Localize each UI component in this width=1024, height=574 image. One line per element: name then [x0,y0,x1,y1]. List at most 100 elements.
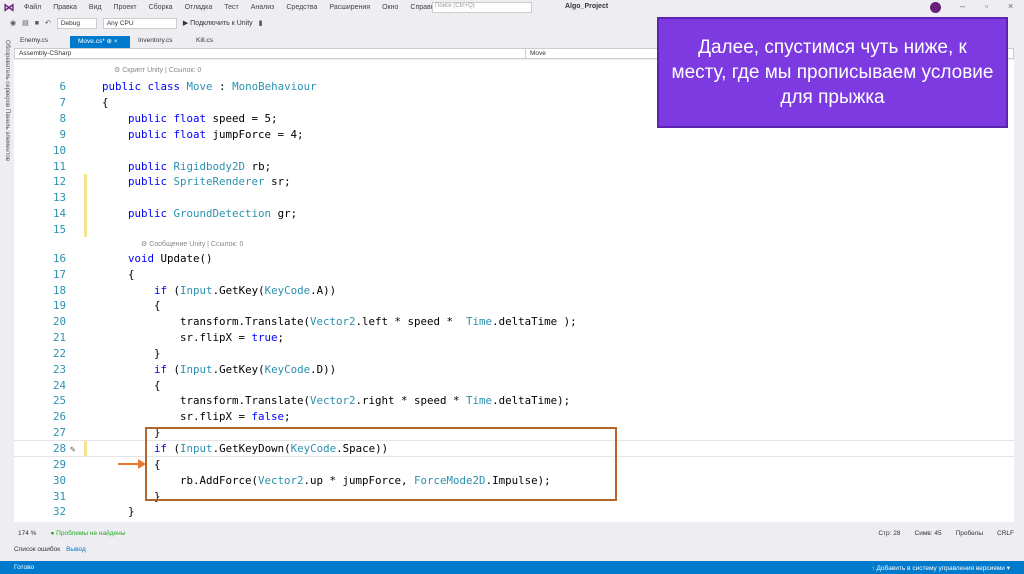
code-text: public class Move : MonoBehaviour [102,80,317,94]
code-text: if (Input.GetKey(KeyCode.D)) [154,362,337,376]
source-control-button[interactable]: ↑ Добавить в систему управления версиями… [871,564,1010,572]
tab-file[interactable]: Inventory.cs [130,36,188,48]
arrow-right-icon [118,459,146,469]
menu-item[interactable]: Проект [114,4,137,11]
code-line[interactable]: 22 } [14,346,1014,362]
vs-logo-icon: ⋈ [3,2,15,14]
line-number: 15 [52,223,66,237]
code-lens[interactable]: ⚙ Сообщение Unity | Ссылок: 0 [14,237,1014,250]
code-text: public float jumpForce = 4; [128,127,304,141]
code-line[interactable]: 9 public float jumpForce = 4; [14,127,1014,143]
document-tabs: Enemy.cs Move.cs* ⊕ × Inventory.cs Kill.cs [12,36,246,48]
highlight-box [145,427,617,501]
minimize-button[interactable]: – [960,1,965,11]
config-select[interactable]: Debug [56,17,97,29]
line-number: 11 [52,159,66,173]
code-line[interactable]: 18 if (Input.GetKey(KeyCode.A)) [14,282,1014,298]
code-text: } [102,346,161,360]
code-line[interactable]: 11 public Rigidbody2D rb; [14,158,1014,174]
side-tool-tabs[interactable]: Обозреватель серверов Панель элементов [0,36,10,526]
menu-item[interactable]: Вид [89,4,102,11]
code-line[interactable]: 15 [14,221,1014,238]
tab-error-list[interactable]: Список ошибок [14,546,60,553]
code-line[interactable]: 10 [14,142,1014,158]
line-number: 18 [52,283,66,297]
menu-item[interactable]: Средства [286,4,317,11]
code-text: public SpriteRenderer sr; [128,175,291,189]
close-button[interactable]: × [1008,1,1013,11]
new-file-icon[interactable]: ▤ [22,19,29,27]
menu-item[interactable]: Расширения [329,4,370,11]
tab-file[interactable]: Enemy.cs [12,36,70,48]
tab-file[interactable]: Kill.cs [188,36,246,48]
bookmark-icon[interactable]: ▮ [259,19,263,27]
platform-select[interactable]: Any CPU [102,17,177,29]
menu-item[interactable]: Анализ [251,4,275,11]
menu-item[interactable]: Правка [53,4,77,11]
save-icon[interactable]: ■ [35,20,39,27]
tab-output[interactable]: Вывод [66,546,86,553]
line-number: 19 [52,299,66,313]
menu-item[interactable]: Отладка [185,4,213,11]
code-line[interactable]: 19 { [14,298,1014,314]
change-marker [84,205,87,222]
editor-status: 174 % ● Проблемы не найдены Стр: 28 Симв… [14,527,1014,539]
code-line[interactable]: 23 if (Input.GetKey(KeyCode.D)) [14,361,1014,377]
line-number: 21 [52,331,66,345]
line-number: 28 [52,441,66,455]
whitespace-mode[interactable]: Пробелы [956,530,983,537]
line-number: 31 [52,489,66,503]
attach-unity-button[interactable]: ▶ Подключить к Unity [183,19,253,27]
menu-item[interactable]: Файл [24,4,41,11]
search-input[interactable]: Поиск (Ctrl+Q) [432,2,532,13]
avatar[interactable] [930,2,941,13]
line-number: 14 [52,207,66,221]
tab-file[interactable]: Move.cs* ⊕ × [70,36,130,48]
code-line[interactable]: 21 sr.flipX = true; [14,330,1014,346]
code-text: { [102,267,135,281]
code-text: transform.Translate(Vector2.left * speed… [102,315,577,329]
code-text: public Rigidbody2D rb; [128,159,272,173]
class-dropdown[interactable]: Move [525,49,550,58]
code-line[interactable]: 17 { [14,266,1014,282]
line-number: Стр: 28 [878,529,901,537]
line-number: 24 [52,378,66,392]
code-text: transform.Translate(Vector2.right * spee… [102,394,571,408]
code-text: public GroundDetection gr; [128,207,298,221]
code-text: public float speed = 5; [128,112,278,126]
line-number: 25 [52,394,66,408]
panel-tabs: Список ошибок Вывод [14,546,86,553]
line-number: 6 [59,80,66,94]
menu-item[interactable]: Окно [382,4,398,11]
menu-item[interactable]: Тест [224,4,238,11]
code-line[interactable]: 32 } [14,504,1014,520]
quick-action-icon[interactable]: ✎ [70,445,75,455]
project-dropdown[interactable]: Assembly-CSharp [15,49,525,58]
code-text: { [102,299,161,313]
zoom-level[interactable]: 174 % [18,530,36,537]
code-line[interactable]: 26 sr.flipX = false; [14,409,1014,425]
code-line[interactable]: 16 void Update() [14,250,1014,266]
code-line[interactable]: 20 transform.Translate(Vector2.left * sp… [14,314,1014,330]
problems-indicator[interactable]: ● Проблемы не найдены [50,530,125,537]
line-number: 22 [52,346,66,360]
code-text: sr.flipX = true; [102,331,285,345]
code-line[interactable]: 24 { [14,377,1014,393]
code-text: if (Input.GetKey(KeyCode.A)) [154,283,337,297]
code-line[interactable]: 12 public SpriteRenderer sr; [14,174,1014,190]
back-icon[interactable]: ◉ [10,19,16,27]
line-number: 20 [52,315,66,329]
undo-icon[interactable]: ↶ [45,19,51,27]
code-text: } [102,505,135,519]
line-number: 27 [52,426,66,440]
line-number: 10 [52,143,66,157]
line-ending[interactable]: CRLF [997,530,1014,537]
code-line[interactable]: 33 [14,520,1014,522]
menu-item[interactable]: Сборка [149,4,173,11]
code-line[interactable]: 13 [14,189,1014,206]
line-number: 30 [52,473,66,487]
code-line[interactable]: 14 public GroundDetection gr; [14,205,1014,222]
code-line[interactable]: 25 transform.Translate(Vector2.right * s… [14,393,1014,409]
maximize-button[interactable]: ▫ [985,1,988,11]
change-marker [84,174,87,190]
